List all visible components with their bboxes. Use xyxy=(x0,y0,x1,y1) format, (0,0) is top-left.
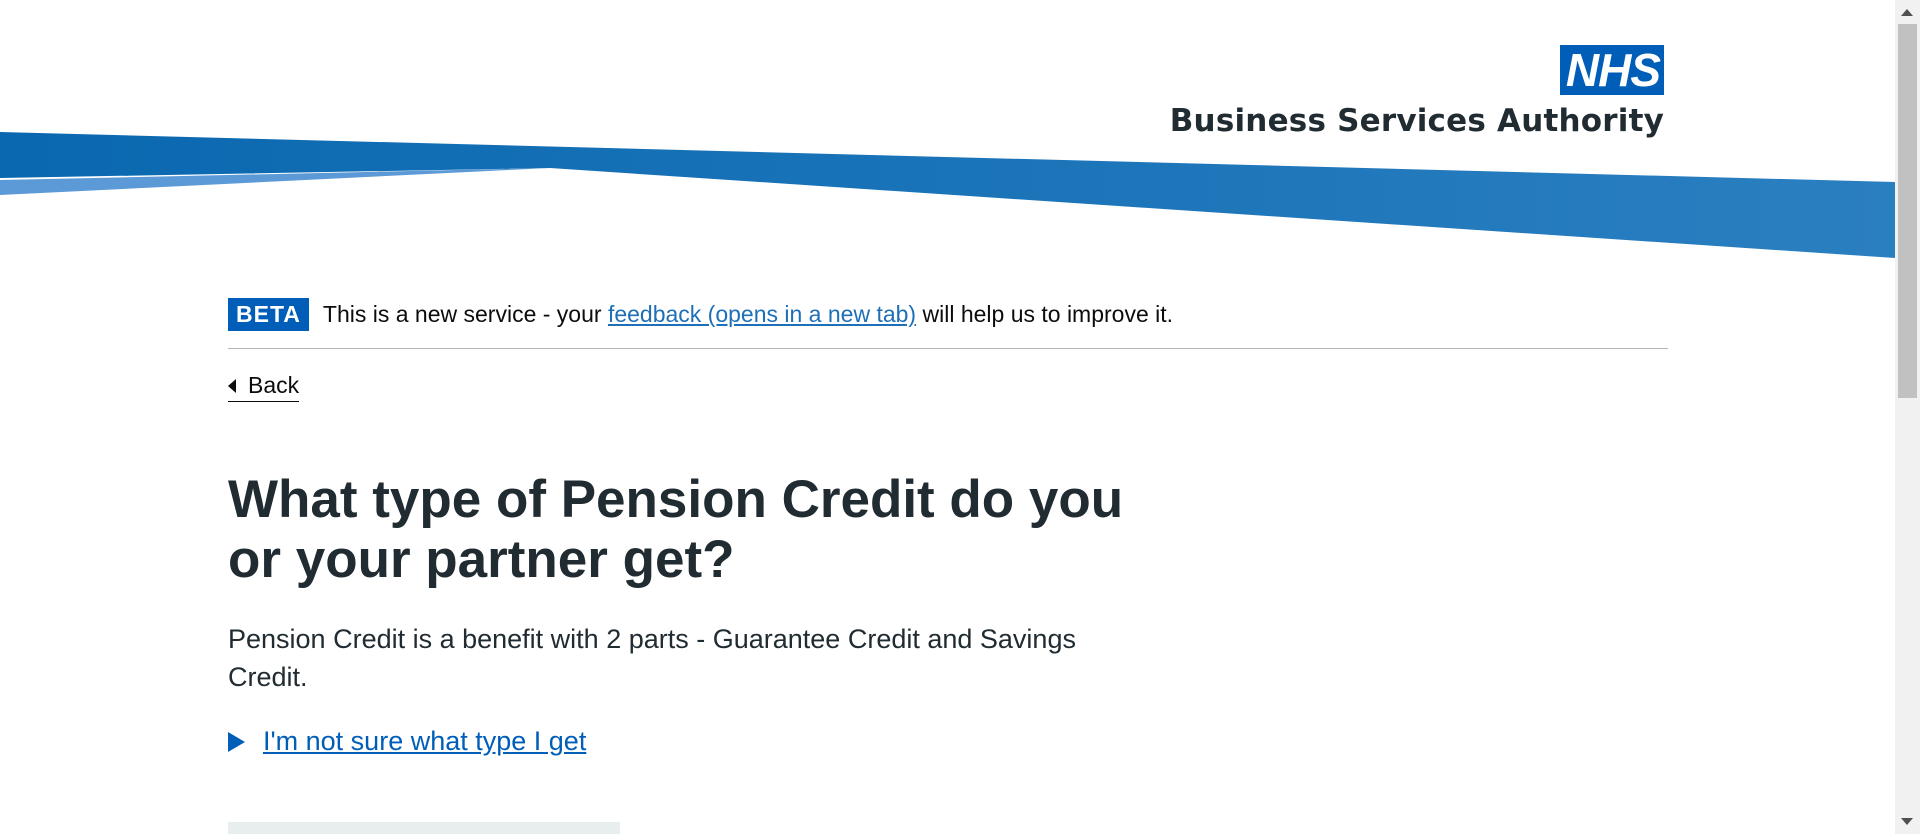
back-link[interactable]: Back xyxy=(228,372,300,402)
vertical-scrollbar[interactable] xyxy=(1895,0,1920,834)
details-summary-text: I'm not sure what type I get xyxy=(263,726,587,756)
banner-text-after: will help us to improve it. xyxy=(922,301,1174,327)
scroll-up-icon[interactable] xyxy=(1901,9,1913,16)
triangle-right-icon xyxy=(228,731,245,752)
phase-banner: BETA This is a new service - your feedba… xyxy=(228,298,1668,349)
scrollbar-thumb[interactable] xyxy=(1898,24,1917,398)
back-arrow-icon xyxy=(228,378,236,393)
page-title: What type of Pension Credit do you or yo… xyxy=(228,470,1124,589)
phase-banner-text: This is a new service - your feedback (o… xyxy=(323,298,1173,331)
site-header: NHS Business Services Authority xyxy=(0,0,1895,270)
scroll-down-icon[interactable] xyxy=(1901,818,1913,825)
details-toggle[interactable]: I'm not sure what type I get xyxy=(228,726,586,757)
intro-text: Pension Credit is a benefit with 2 parts… xyxy=(228,624,1076,692)
beta-tag: BETA xyxy=(228,298,309,331)
banner-text-before: This is a new service - your xyxy=(322,301,602,327)
feedback-link[interactable]: feedback (opens in a new tab) xyxy=(608,301,916,327)
nhs-logo-mark: NHS xyxy=(1559,45,1664,95)
nhsbsa-logo[interactable]: NHS Business Services Authority xyxy=(1170,45,1664,139)
partially-visible-panel xyxy=(228,822,620,834)
back-link-label: Back xyxy=(248,372,300,398)
org-name: Business Services Authority xyxy=(1169,103,1664,139)
